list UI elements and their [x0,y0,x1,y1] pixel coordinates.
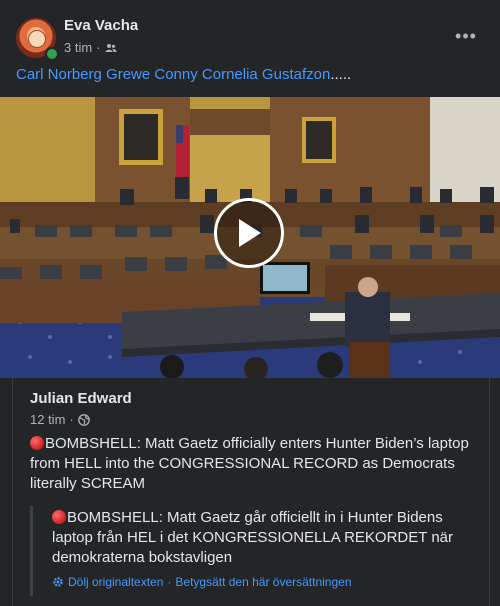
translation-body: BOMBSHELL: Matt Gaetz går officiellt in … [52,509,454,566]
gear-icon [53,577,63,587]
avatar-face [28,30,46,48]
friends-icon [105,43,117,52]
meta-separator: · [96,40,101,55]
link-separator: · [167,575,172,589]
globe-icon [77,413,90,426]
translation-text: BOMBSHELL: Matt Gaetz går officiellt in … [52,508,472,568]
mentions-suffix: ..... [330,66,352,83]
mentions-link[interactable]: Carl Norberg Grewe Conny Cornelia Gustaf… [16,66,330,83]
play-button[interactable] [214,198,284,268]
shared-post-author-name[interactable]: Julian Edward [30,390,132,407]
shared-post-timestamp[interactable]: 12 tim [30,412,65,427]
post-header: Eva Vacha 3 tim · ••• [16,14,484,61]
shared-post-text: BOMBSHELL: Matt Gaetz officially enters … [30,434,480,494]
translation-links: Dölj originaltexten · Betygsätt den här … [52,575,352,589]
post-timestamp[interactable]: 3 tim [64,40,92,55]
shared-post: Julian Edward 12 tim · BOMBSHELL: Matt G… [12,378,490,606]
shared-post-meta: 12 tim · [30,412,90,427]
translation-block: BOMBSHELL: Matt Gaetz går officiellt in … [30,506,473,596]
hide-original-link[interactable]: Dölj originaltexten [68,575,163,589]
red-circle-icon [52,510,66,524]
shared-post-body: BOMBSHELL: Matt Gaetz officially enters … [30,435,469,492]
more-options-button[interactable]: ••• [452,22,480,50]
red-circle-icon [30,436,44,450]
post-meta: 3 tim · [64,40,117,55]
more-horizontal-icon: ••• [455,25,477,46]
video-player[interactable] [0,97,500,378]
play-icon [239,219,261,247]
post-author-name[interactable]: Eva Vacha [64,17,138,34]
post-text: Carl Norberg Grewe Conny Cornelia Gustaf… [16,66,351,83]
post-card: Eva Vacha 3 tim · ••• Carl Norberg Grewe… [0,0,500,606]
online-status-dot [45,47,59,61]
meta-separator: · [69,412,74,427]
rate-translation-link[interactable]: Betygsätt den här översättningen [175,575,351,589]
